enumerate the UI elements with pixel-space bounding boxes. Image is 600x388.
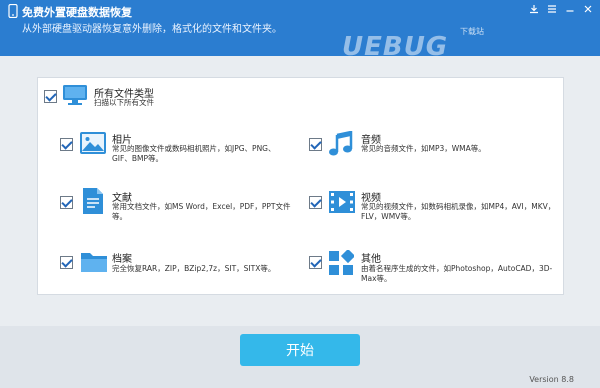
archives-desc: 完全恢复RAR，ZIP，BZip2,7z，SIT，SITX等。 (112, 264, 276, 273)
video-checkbox[interactable] (309, 196, 322, 209)
photos-checkbox[interactable] (60, 138, 73, 151)
start-button[interactable]: 开始 (240, 334, 360, 366)
watermark-text: UEBUG (342, 32, 449, 62)
app-title: 免费外置硬盘数据恢复 (22, 6, 132, 19)
archives-checkbox[interactable] (60, 256, 73, 269)
documents-checkbox[interactable] (60, 196, 73, 209)
all-types-checkbox[interactable] (44, 90, 57, 103)
grid-icon (329, 250, 354, 275)
document-icon (83, 188, 103, 214)
others-desc: 由着名程序生成的文件，如Photoshop，AutoCAD，3D-Max等。 (361, 264, 553, 283)
audio-checkbox[interactable] (309, 138, 322, 151)
file-type-panel: 所有文件类型 扫描以下所有文件 相片 常见的图像文件或数码相机照片，如JPG、P… (37, 77, 564, 295)
version-label: Version 8.8 (529, 375, 574, 384)
music-note-icon (329, 131, 353, 156)
video-icon (329, 191, 355, 213)
menu-icon[interactable] (544, 2, 560, 16)
photo-icon (80, 132, 106, 154)
documents-desc: 常用文档文件，如MS Word，Excel，PDF，PPT文件等。 (112, 202, 291, 221)
window-controls (526, 2, 596, 16)
audio-desc: 常见的音频文件，如MP3，WMA等。 (361, 144, 486, 153)
phone-icon (8, 4, 18, 18)
others-title: 其他 (361, 254, 381, 265)
monitor-icon (63, 85, 87, 105)
watermark-logo: UEBUG 下载站 (342, 27, 484, 62)
title-bar: 免费外置硬盘数据恢复 从外部硬盘驱动器恢复意外删除，格式化的文件和文件夹。 UE… (0, 0, 600, 62)
archives-title: 档案 (112, 254, 132, 265)
watermark-subtext: 下载站 (460, 27, 484, 36)
minimize-icon[interactable] (562, 2, 578, 16)
folder-icon (81, 253, 107, 272)
video-desc: 常见的视频文件，如数码相机录像，如MP4，AVI，MKV，FLV，WMV等。 (361, 202, 556, 221)
close-icon[interactable] (580, 2, 596, 16)
download-icon[interactable] (526, 2, 542, 16)
others-checkbox[interactable] (309, 256, 322, 269)
app-subtitle: 从外部硬盘驱动器恢复意外删除，格式化的文件和文件夹。 (22, 24, 282, 35)
photos-desc: 常见的图像文件或数码相机照片，如JPG、PNG、GIF、BMP等。 (112, 144, 276, 163)
all-types-desc: 扫描以下所有文件 (94, 98, 154, 107)
